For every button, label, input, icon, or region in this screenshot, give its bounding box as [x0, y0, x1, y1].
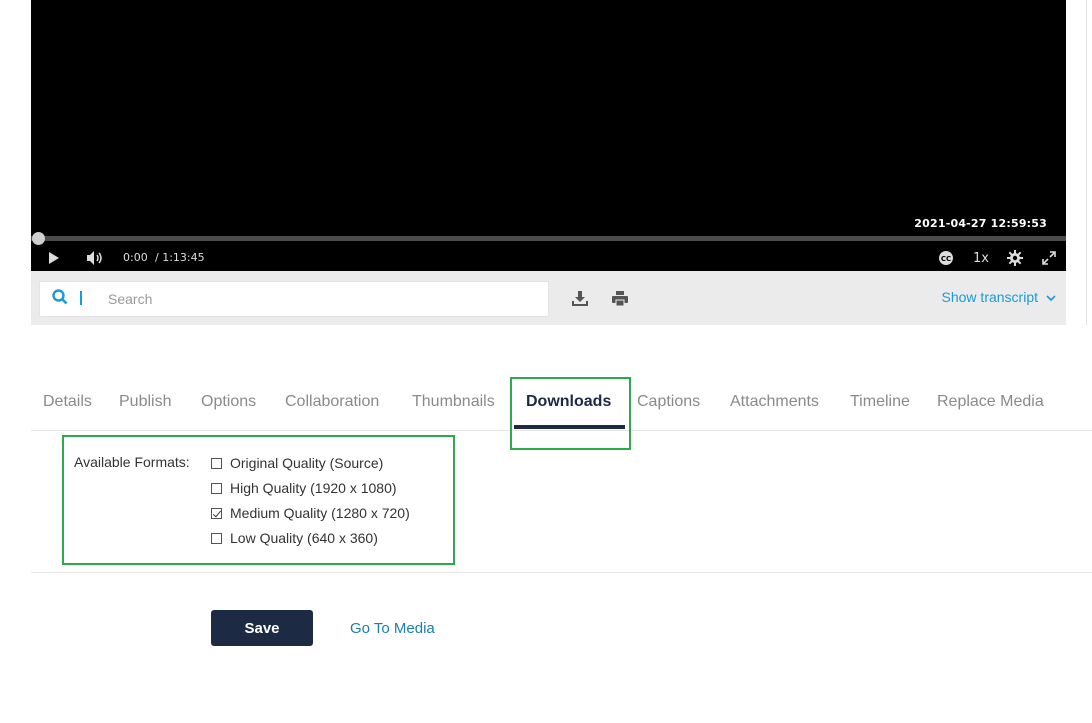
settings-gear-icon[interactable]: [1004, 245, 1026, 271]
tab-replace-media[interactable]: Replace Media: [937, 393, 1044, 411]
format-label-high: High Quality (1920 x 1080): [230, 480, 397, 496]
search-icon: [52, 289, 68, 310]
format-option-medium[interactable]: Medium Quality (1280 x 720): [211, 505, 410, 521]
play-button[interactable]: [45, 245, 63, 271]
tab-attachments[interactable]: Attachments: [730, 393, 819, 411]
transcript-search-input[interactable]: [108, 288, 528, 310]
video-player[interactable]: 2021-04-27 12:59:53 0:00 / 1:13:45 CC 1x: [31, 0, 1066, 271]
progress-bar[interactable]: [31, 236, 1066, 241]
tab-captions[interactable]: Captions: [637, 393, 700, 411]
tab-timeline[interactable]: Timeline: [850, 393, 910, 411]
tab-thumbnails[interactable]: Thumbnails: [412, 393, 495, 411]
save-button[interactable]: Save: [211, 610, 313, 646]
show-transcript-toggle[interactable]: Show transcript: [942, 289, 1056, 305]
fullscreen-icon[interactable]: [1038, 245, 1060, 271]
tab-publish[interactable]: Publish: [119, 393, 171, 411]
progress-thumb[interactable]: [32, 232, 45, 245]
download-transcript-icon[interactable]: [569, 288, 591, 308]
section-divider: [31, 572, 1092, 573]
scrollbar-edge: [1086, 0, 1087, 325]
tab-options[interactable]: Options: [201, 393, 256, 411]
format-option-high[interactable]: High Quality (1920 x 1080): [211, 480, 397, 496]
current-time: 0:00: [123, 251, 148, 264]
format-label-low: Low Quality (640 x 360): [230, 530, 378, 546]
print-transcript-icon[interactable]: [609, 288, 631, 308]
svg-text:CC: CC: [941, 255, 951, 263]
video-timestamp: 2021-04-27 12:59:53: [914, 217, 1047, 230]
active-tab-indicator: [514, 425, 625, 429]
format-option-low[interactable]: Low Quality (640 x 360): [211, 530, 378, 546]
format-label-medium: Medium Quality (1280 x 720): [230, 505, 410, 521]
closed-captions-icon[interactable]: CC: [935, 245, 957, 271]
tab-details[interactable]: Details: [43, 393, 92, 411]
format-checkbox-medium[interactable]: [211, 507, 222, 519]
format-label-original: Original Quality (Source): [230, 455, 384, 471]
player-controls: 0:00 / 1:13:45 CC 1x: [31, 245, 1066, 271]
transcript-bar: Show transcript: [31, 271, 1066, 325]
format-checkbox-high[interactable]: [211, 482, 222, 494]
text-cursor: [80, 291, 82, 305]
media-tabs: Details Publish Options Collaboration Th…: [31, 378, 1092, 431]
tab-downloads[interactable]: Downloads: [526, 393, 611, 411]
show-transcript-label: Show transcript: [941, 289, 1038, 305]
volume-icon[interactable]: [85, 245, 105, 271]
tab-collaboration[interactable]: Collaboration: [285, 393, 379, 411]
go-to-media-link[interactable]: Go To Media: [350, 620, 435, 637]
transcript-search-box[interactable]: [39, 281, 549, 317]
available-formats-label: Available Formats:: [74, 454, 190, 470]
format-checkbox-low[interactable]: [211, 532, 222, 544]
format-option-original[interactable]: Original Quality (Source): [211, 455, 383, 471]
format-checkbox-original[interactable]: [211, 457, 222, 469]
chevron-down-icon: [1046, 289, 1056, 305]
total-time: / 1:13:45: [155, 251, 205, 264]
playback-rate-button[interactable]: 1x: [969, 245, 993, 271]
